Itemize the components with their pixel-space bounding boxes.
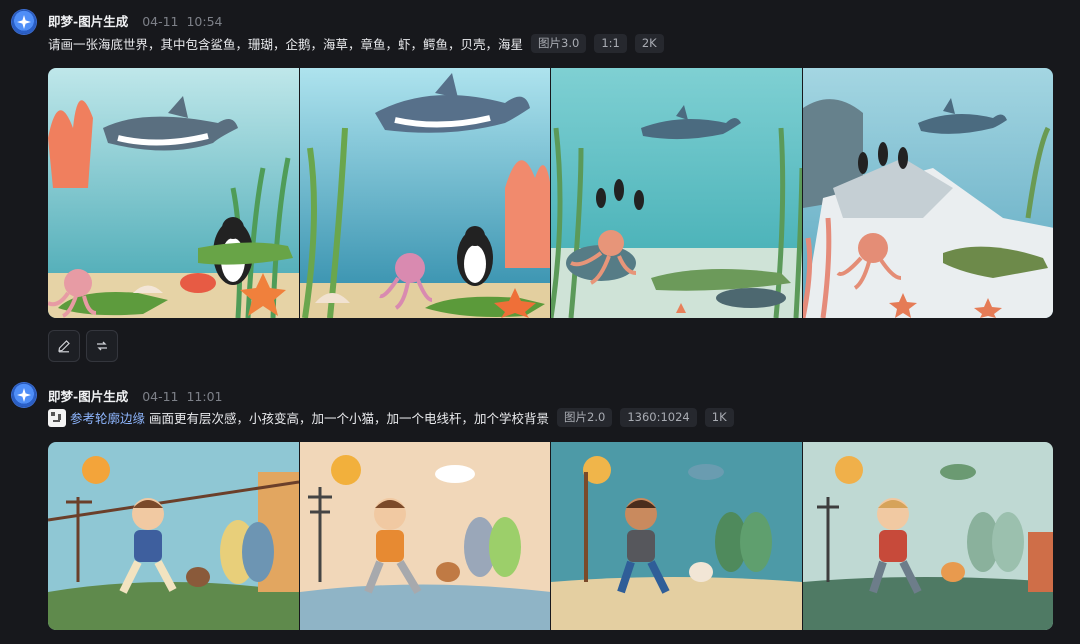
jimeng-avatar: [12, 383, 36, 407]
generated-image-4[interactable]: [802, 442, 1053, 630]
prompt-text: 请画一张海底世界，其中包含鲨鱼，珊瑚，企鹅，海草，章鱼，虾，鳄鱼，贝壳，海星: [48, 37, 524, 52]
generated-image-2[interactable]: [299, 68, 550, 318]
ratio-tag: 1360:1024: [620, 408, 697, 427]
generated-image-3[interactable]: [551, 68, 802, 318]
sparkle-icon: [17, 15, 31, 29]
edit-button[interactable]: [48, 330, 80, 362]
image-grid: [48, 68, 1053, 318]
ratio-tag: 1:1: [594, 34, 627, 53]
prompt-text: 画面更有层次感，小孩变高，加一个小猫，加一个电线杆，加个学校背景: [149, 411, 550, 426]
message-header: 即梦-图片生成 04-11 10:54: [48, 11, 223, 30]
generated-image-2[interactable]: [299, 442, 550, 630]
model-tag: 图片2.0: [557, 408, 613, 427]
model-tag: 图片3.0: [531, 34, 587, 53]
app-name: 即梦-图片生成: [48, 389, 129, 404]
app-name: 即梦-图片生成: [48, 14, 129, 29]
message-header: 即梦-图片生成 04-11 11:01: [48, 386, 223, 405]
regenerate-icon: [97, 341, 107, 351]
timestamp: 04-11 11:01: [142, 389, 223, 404]
image-grid: [48, 442, 1053, 630]
reference-label[interactable]: 参考轮廓边缘: [70, 411, 145, 426]
generated-image-4[interactable]: [802, 68, 1053, 318]
generated-image-3[interactable]: [551, 442, 802, 630]
timestamp: 04-11 10:54: [142, 14, 223, 29]
generated-image-1[interactable]: [48, 442, 299, 630]
resolution-tag: 2K: [634, 34, 664, 53]
reference-thumbnail[interactable]: [48, 408, 66, 427]
resolution-tag: 1K: [704, 408, 734, 427]
edit-icon: [58, 340, 70, 353]
jimeng-avatar: [12, 10, 36, 34]
regenerate-button[interactable]: [86, 330, 118, 362]
sparkle-icon: [17, 388, 31, 402]
prompt-row: 请画一张海底世界，其中包含鲨鱼，珊瑚，企鹅，海草，章鱼，虾，鳄鱼，贝壳，海星 图…: [48, 34, 664, 53]
prompt-row: 参考轮廓边缘 画面更有层次感，小孩变高，加一个小猫，加一个电线杆，加个学校背景 图…: [48, 408, 734, 427]
generated-image-1[interactable]: [48, 68, 299, 318]
